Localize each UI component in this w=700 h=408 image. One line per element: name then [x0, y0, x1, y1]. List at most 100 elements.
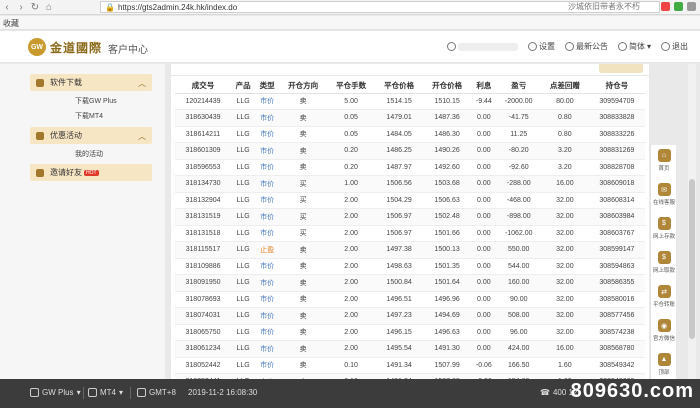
extension-icon[interactable] — [661, 2, 670, 11]
header-actions: 设置 最新公告 简体 ▾ 退出 — [446, 41, 688, 52]
deposit-icon: $ — [657, 217, 671, 230]
table-cell: 318061234 — [175, 340, 232, 358]
table-row[interactable]: 318131519 LLG 市价买 2.00 1506.97 1502.48 0.00 -89… — [175, 208, 645, 226]
table-cell: 318065750 — [175, 324, 232, 341]
user-menu[interactable] — [446, 42, 518, 51]
table-row[interactable]: 318132904 LLG 市价买 2.00 1504.29 1506.63 0.00 -46… — [175, 192, 645, 209]
sidebar-group-promo[interactable]: 优惠活动 ︿ — [30, 127, 152, 144]
float-panel-item[interactable]: ◉ 官方微信 — [651, 315, 677, 347]
table-cell: 0.80 — [540, 109, 589, 127]
table-cell: 32.00 — [540, 258, 589, 275]
mt4-label: MT4 — [100, 388, 116, 397]
table-cell: 0.10 — [327, 357, 376, 374]
table-row[interactable]: 318091950 LLG 市价卖 2.00 1500.84 1501.64 0.00 160… — [175, 274, 645, 292]
chevron-down-icon: ▾ — [76, 388, 81, 397]
table-cell: 318131519 — [175, 208, 232, 226]
timezone-display: GMT+8 — [137, 388, 176, 397]
sidebar-group-software[interactable]: 软件下载 ︿ — [30, 74, 152, 91]
table-cell: LLG — [231, 241, 256, 259]
search-button[interactable] — [599, 64, 643, 73]
table-row[interactable]: 318061234 LLG 市价卖 2.00 1495.54 1491.30 0.00 424… — [175, 340, 645, 358]
news-label: 最新公告 — [575, 42, 608, 51]
table-row[interactable]: 318630439 LLG 市价卖 0.05 1479.01 1487.36 0.00 -41… — [175, 109, 645, 127]
table-cell: 2.00 — [327, 307, 376, 325]
float-panel-item[interactable]: ⇄ 平仓转账 — [651, 281, 677, 313]
table-cell: 1514.15 — [375, 93, 424, 110]
table-cell: 1497.38 — [375, 241, 424, 259]
table-cell: 308603984 — [588, 208, 645, 226]
table-cell: 卖 — [279, 274, 328, 292]
logout-button[interactable]: 退出 — [661, 41, 688, 52]
refresh-icon[interactable]: ↻ — [28, 0, 42, 14]
page-scrollbar[interactable] — [688, 64, 696, 379]
scrollbar-thumb[interactable] — [689, 179, 695, 339]
table-row[interactable]: 318074031 LLG 市价卖 2.00 1497.23 1494.69 0.00 508… — [175, 307, 645, 325]
table-cell: 1501.66 — [423, 225, 472, 242]
logo[interactable]: GW 金道國際 — [28, 38, 102, 56]
column-header: 产品 — [231, 78, 256, 94]
table-cell: 市价 — [255, 291, 280, 308]
table-cell: 1490.26 — [423, 142, 472, 160]
settings-button[interactable]: 设置 — [527, 41, 555, 52]
table-cell: 1494.69 — [423, 307, 472, 325]
trade-history-table: 成交号 产品 类型 开仓方向 平仓手数 平仓价格 开仓价格 利息 盈亏 点差回赠 持仓号 12021… — [175, 78, 645, 379]
news-button[interactable]: 最新公告 — [564, 41, 608, 52]
home-icon[interactable]: ⌂ — [42, 0, 56, 14]
sidebar-item-my-promo[interactable]: 我的活动 — [75, 149, 103, 159]
table-cell: 卖 — [279, 109, 328, 127]
table-cell: 318078693 — [175, 291, 232, 308]
language-select[interactable]: 简体 ▾ — [617, 41, 651, 52]
float-panel-label: 网上取款 — [652, 268, 675, 274]
table-row[interactable]: 318601309 LLG 市价卖 0.20 1486.25 1490.26 0.00 -80… — [175, 142, 645, 160]
shield-icon[interactable] — [674, 2, 683, 11]
download-icon — [36, 78, 44, 87]
datetime-display: 2019-11-2 16:08:30 — [188, 388, 257, 397]
table-row[interactable]: 318131518 LLG 市价买 2.00 1506.97 1501.66 0.00 -10… — [175, 225, 645, 242]
table-cell: 318601309 — [175, 142, 232, 160]
float-panel-item[interactable]: ▲ 顶部 — [651, 349, 677, 381]
table-row[interactable]: 318596553 LLG 市价卖 0.20 1487.97 1492.60 0.00 -92… — [175, 159, 645, 176]
table-cell: 0.00 — [471, 109, 497, 127]
table-cell: 1491.30 — [423, 340, 472, 358]
table-row[interactable]: 318134730 LLG 市价买 1.00 1506.56 1503.68 0.00 -28… — [175, 175, 645, 193]
sidebar-group-invite[interactable]: 邀请好友 HOT — [30, 164, 152, 181]
mt4-download-link[interactable]: MT4 ▾ — [88, 388, 123, 397]
table-cell: 买 — [279, 208, 328, 226]
table-cell: 318109886 — [175, 258, 232, 275]
gwplus-download-link[interactable]: GW Plus ▾ — [30, 388, 81, 397]
table-cell: 1502.48 — [423, 208, 472, 226]
column-header: 盈亏 — [496, 78, 541, 94]
float-panel-item[interactable]: ✉ 在线客服 — [651, 179, 677, 211]
float-panel-item[interactable]: $ 网上取款 — [651, 247, 677, 279]
forward-icon[interactable]: › — [14, 0, 28, 14]
back-icon[interactable]: ‹ — [0, 0, 14, 14]
table-cell: 16.00 — [540, 175, 589, 193]
table-cell: 0.00 — [471, 307, 497, 325]
sidebar-group-label: 优惠活动 — [50, 131, 82, 140]
table-cell: 2.00 — [327, 324, 376, 341]
sidebar-item-mt4[interactable]: 下载MT4 — [75, 111, 103, 121]
table-row[interactable]: 318109886 LLG 市价卖 2.00 1498.63 1501.35 0.00 544… — [175, 258, 645, 275]
table-row[interactable]: 318065750 LLG 市价卖 2.00 1496.15 1496.63 0.00 96.… — [175, 324, 645, 341]
table-cell: 1496.15 — [375, 324, 424, 341]
table-row[interactable]: 318078693 LLG 市价卖 2.00 1496.51 1496.96 0.00 90.… — [175, 291, 645, 308]
table-cell: 买 — [279, 192, 328, 209]
table-row[interactable]: 120214439 LLG 市价卖 5.00 1514.15 1510.15 -9.44 -2… — [175, 93, 645, 110]
table-row[interactable]: 318614211 LLG 市价卖 0.05 1484.05 1486.30 0.00 11.… — [175, 126, 645, 143]
table-cell: 1500.13 — [423, 241, 472, 259]
bookmark-item[interactable]: 收藏 — [3, 18, 19, 29]
table-cell: 0.05 — [327, 109, 376, 127]
table-cell: 1506.97 — [375, 225, 424, 242]
table-cell: 1487.36 — [423, 109, 472, 127]
table-cell: 544.00 — [496, 258, 541, 275]
table-row[interactable]: 318052442 LLG 市价卖 0.10 1491.34 1507.99 -0.06 16… — [175, 357, 645, 374]
float-panel-item[interactable]: ⌂ 首页 — [651, 145, 677, 177]
float-panel-item[interactable]: $ 网上存款 — [651, 213, 677, 245]
menu-icon[interactable] — [687, 2, 696, 11]
table-cell: LLG — [231, 291, 256, 308]
table-cell: 1484.05 — [375, 126, 424, 143]
table-cell: 市价 — [255, 307, 280, 325]
table-row[interactable]: 318115517 LLG 止盈卖 2.00 1497.38 1500.13 0.00 550… — [175, 241, 645, 259]
table-cell: 32.00 — [540, 307, 589, 325]
sidebar-item-gwplus[interactable]: 下载GW Plus — [75, 96, 117, 106]
